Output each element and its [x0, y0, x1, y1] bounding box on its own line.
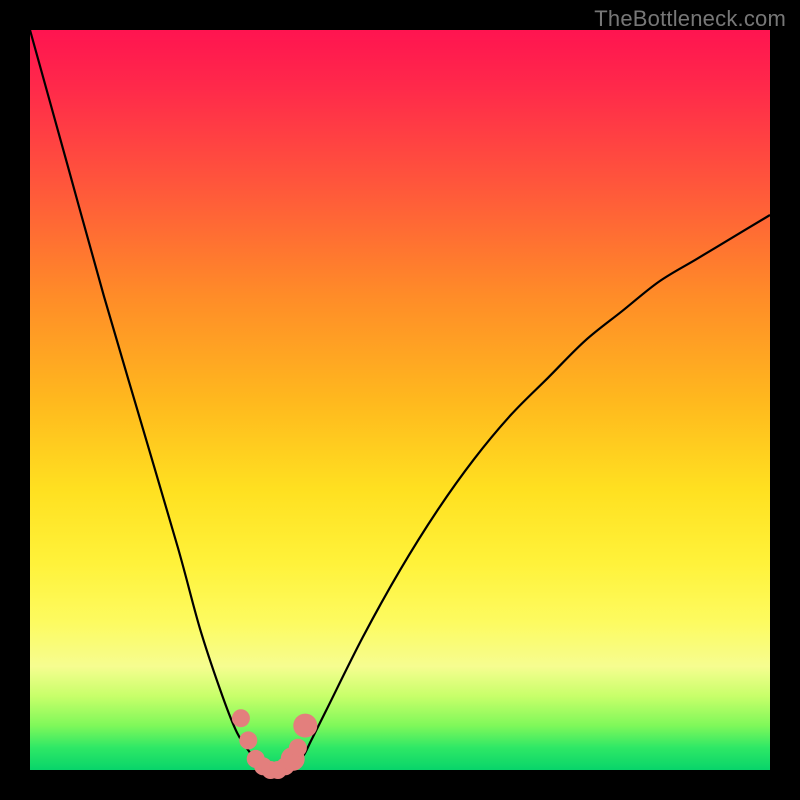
curve-layer [30, 30, 770, 771]
watermark-text: TheBottleneck.com [594, 6, 786, 32]
chart-svg [30, 30, 770, 770]
data-marker [232, 709, 250, 727]
marker-layer [232, 709, 317, 779]
outer-frame: TheBottleneck.com [0, 0, 800, 800]
data-marker [239, 731, 257, 749]
bottleneck-curve [30, 30, 770, 771]
data-marker [293, 714, 317, 738]
plot-area [30, 30, 770, 770]
data-marker [289, 739, 307, 757]
